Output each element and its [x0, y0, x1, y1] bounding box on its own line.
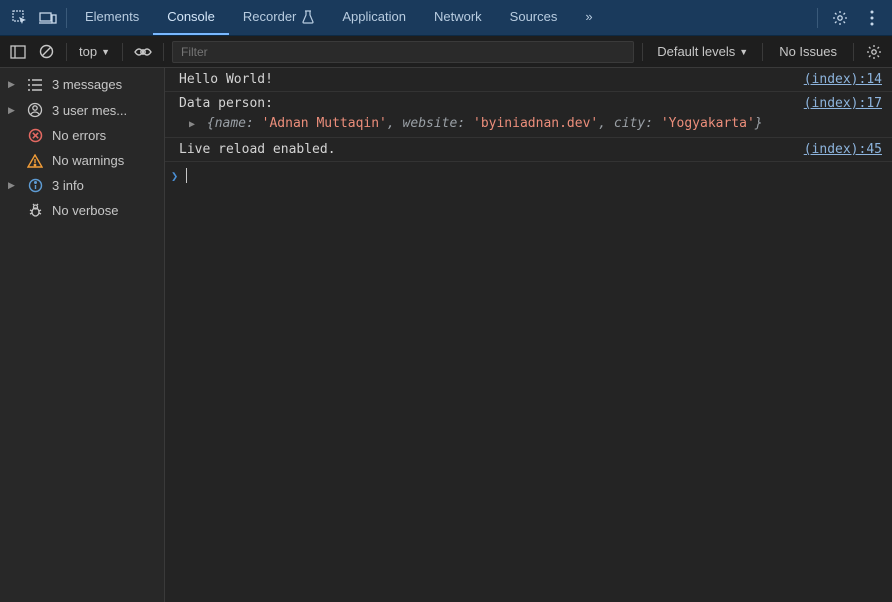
tab-application[interactable]: Application: [328, 0, 420, 35]
object-value: 'Adnan Muttaqin': [262, 116, 387, 131]
sidebar-item-label: No verbose: [52, 203, 118, 218]
topbar-right: [813, 4, 886, 32]
divider: [66, 8, 67, 28]
error-icon: [26, 128, 44, 143]
devtools-topbar: Elements Console Recorder Application Ne…: [0, 0, 892, 36]
tab-recorder[interactable]: Recorder: [229, 0, 328, 35]
object-key: website: [403, 116, 458, 131]
divider: [762, 43, 763, 61]
user-icon: [26, 102, 44, 118]
tab-console[interactable]: Console: [153, 0, 229, 35]
object-value: 'Yogyakarta': [661, 116, 755, 131]
inspect-element-icon[interactable]: [6, 4, 34, 32]
divider: [66, 43, 67, 61]
divider: [122, 43, 123, 61]
chevron-down-icon: ▼: [101, 47, 110, 57]
tab-network[interactable]: Network: [420, 0, 496, 35]
sidebar-item-label: 3 messages: [52, 77, 122, 92]
console-message: Live reload enabled. (index):45: [165, 138, 892, 162]
device-toolbar-icon[interactable]: [34, 4, 62, 32]
kebab-menu-icon[interactable]: [858, 4, 886, 32]
sidebar-item-user-messages[interactable]: ▶ 3 user mes...: [0, 97, 164, 123]
sidebar-item-errors[interactable]: ▶ No errors: [0, 123, 164, 148]
chevron-right-icon: ▶: [8, 105, 18, 116]
object-value: 'byiniadnan.dev': [473, 116, 598, 131]
chevron-right-icon: ▶: [8, 180, 18, 191]
message-text: Live reload enabled.: [179, 142, 794, 157]
main-area: ▶ 3 messages ▶ 3 user mes... ▶ No errors…: [0, 68, 892, 602]
live-expression-icon[interactable]: [131, 40, 155, 64]
list-icon: [26, 78, 44, 92]
console-settings-gear-icon[interactable]: [862, 40, 886, 64]
prompt-chevron-icon: ❯: [171, 169, 178, 183]
toggle-sidebar-icon[interactable]: [6, 40, 30, 64]
expand-object-icon[interactable]: ▶: [189, 119, 195, 130]
object-key: name: [215, 116, 246, 131]
settings-gear-icon[interactable]: [826, 4, 854, 32]
message-source-link[interactable]: (index):17: [804, 96, 882, 111]
info-icon: [26, 178, 44, 193]
message-text: Hello World!: [179, 72, 794, 87]
divider: [853, 43, 854, 61]
console-message: Data person: (index):17: [165, 92, 892, 112]
console-prompt[interactable]: ❯: [165, 162, 892, 189]
tab-elements[interactable]: Elements: [71, 0, 153, 35]
issues-counter[interactable]: No Issues: [771, 44, 845, 59]
divider: [642, 43, 643, 61]
sidebar-item-label: No errors: [52, 128, 106, 143]
tab-recorder-label: Recorder: [243, 9, 296, 24]
console-toolbar: top ▼ Default levels ▼ No Issues: [0, 36, 892, 68]
sidebar-item-label: 3 info: [52, 178, 84, 193]
sidebar-item-verbose[interactable]: ▶ No verbose: [0, 198, 164, 223]
bug-icon: [26, 203, 44, 218]
warning-icon: [26, 154, 44, 168]
sidebar-item-label: 3 user mes...: [52, 103, 127, 118]
chevron-right-icon: ▶: [8, 79, 18, 90]
log-levels-selector[interactable]: Default levels ▼: [651, 44, 754, 59]
object-key: city: [614, 116, 645, 131]
message-text: Data person:: [179, 96, 794, 111]
text-cursor: [186, 168, 187, 183]
message-source-link[interactable]: (index):45: [804, 142, 882, 157]
flask-icon: [302, 10, 314, 24]
sidebar-item-warnings[interactable]: ▶ No warnings: [0, 148, 164, 173]
tab-sources[interactable]: Sources: [496, 0, 572, 35]
levels-label: Default levels: [657, 44, 735, 59]
brace: }: [755, 116, 763, 131]
clear-console-icon[interactable]: [34, 40, 58, 64]
sidebar-item-messages[interactable]: ▶ 3 messages: [0, 72, 164, 97]
console-object-preview[interactable]: ▶ {name: 'Adnan Muttaqin', website: 'byi…: [165, 112, 892, 138]
console-sidebar: ▶ 3 messages ▶ 3 user mes... ▶ No errors…: [0, 68, 165, 602]
sidebar-item-info[interactable]: ▶ 3 info: [0, 173, 164, 198]
console-output: Hello World! (index):14 Data person: (in…: [165, 68, 892, 602]
tab-more[interactable]: »: [571, 0, 606, 35]
chevron-down-icon: ▼: [739, 47, 748, 57]
sidebar-item-label: No warnings: [52, 153, 124, 168]
panel-tabs: Elements Console Recorder Application Ne…: [71, 0, 607, 35]
execution-context-selector[interactable]: top ▼: [75, 44, 114, 59]
console-message: Hello World! (index):14: [165, 68, 892, 92]
message-source-link[interactable]: (index):14: [804, 72, 882, 87]
divider: [163, 43, 164, 61]
divider: [817, 8, 818, 28]
brace: {: [207, 116, 215, 131]
filter-input[interactable]: [172, 41, 634, 63]
context-label: top: [79, 44, 97, 59]
